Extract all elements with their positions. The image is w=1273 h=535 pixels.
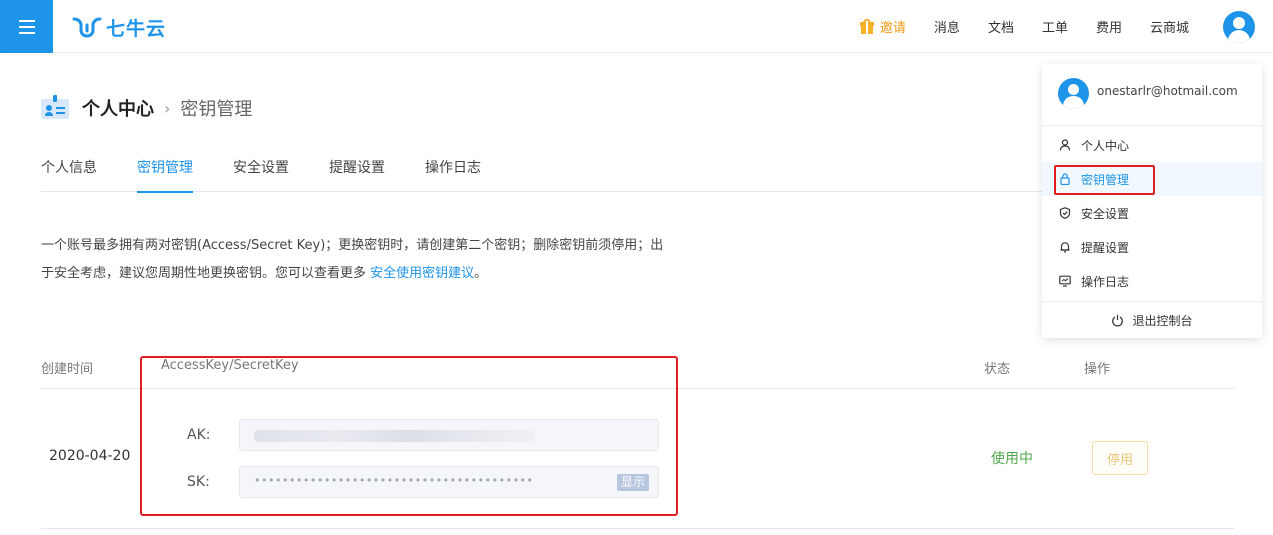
user-email: onestarlr@hotmail.com [1097,84,1238,98]
description-end: 。 [474,266,488,281]
user-icon [1059,139,1071,151]
lock-icon [1059,173,1071,185]
key-created-date: 2020-04-20 [49,448,131,464]
breadcrumb-personal-center[interactable]: 个人中心 [82,95,154,121]
bell-icon [1059,241,1071,253]
top-navbar: 七牛云 邀请 消息 文档 工单 费用 云商城 [0,0,1273,53]
key-policy-description: 一个账号最多拥有两对密钥(Access/Secret Key)；更换密钥时，请创… [41,232,671,288]
dropdown-item-personal-center[interactable]: 个人中心 [1042,128,1262,162]
nav-tickets[interactable]: 工单 [1042,17,1068,36]
id-card-icon [41,95,69,119]
dropdown-avatar [1058,78,1089,109]
user-dropdown-menu: onestarlr@hotmail.com 个人中心 密钥管理 安全设置 提醒设… [1042,64,1262,338]
dropdown-item-label: 提醒设置 [1081,240,1130,255]
breadcrumb-separator: › [164,98,171,118]
top-nav-links: 邀请 消息 文档 工单 费用 云商城 [832,0,1273,53]
access-key-blurred-value [254,430,534,442]
logout-label: 退出控制台 [1132,313,1193,328]
show-secret-key-button[interactable]: 显示 [616,474,649,491]
tab-reminder-settings[interactable]: 提醒设置 [329,145,385,192]
monitor-icon [1059,275,1071,287]
tab-security-settings[interactable]: 安全设置 [233,145,289,192]
nav-messages[interactable]: 消息 [934,17,960,36]
tab-personal-info[interactable]: 个人信息 [41,145,97,192]
breadcrumb: 个人中心 › 密钥管理 [82,95,252,121]
dropdown-item-label: 安全设置 [1081,206,1130,221]
security-advice-link[interactable]: 安全使用密钥建议 [370,266,474,281]
hamburger-icon [18,19,35,34]
nav-billing[interactable]: 费用 [1096,17,1122,36]
dropdown-item-operation-log[interactable]: 操作日志 [1042,264,1262,298]
dropdown-item-label: 操作日志 [1081,274,1130,289]
ak-label: AK: [187,427,211,443]
brand-logo-text: 七牛云 [106,17,167,40]
logout-console-button[interactable]: 退出控制台 [1042,301,1262,338]
hamburger-menu-button[interactable] [0,0,53,53]
dropdown-item-reminder-settings[interactable]: 提醒设置 [1042,230,1262,264]
column-header-actions: 操作 [1084,362,1111,377]
table-row-divider [41,528,1234,529]
column-header-keys: AccessKey/SecretKey [161,358,299,373]
dropdown-item-label: 密钥管理 [1081,172,1130,187]
access-key-field[interactable] [239,419,659,451]
column-header-status: 状态 [984,362,1011,377]
user-avatar[interactable] [1223,10,1255,43]
dropdown-header: onestarlr@hotmail.com [1042,64,1262,126]
disable-key-button[interactable]: 停用 [1092,441,1148,475]
dropdown-item-label: 个人中心 [1081,138,1130,153]
gift-icon [859,19,874,34]
brand-logo[interactable]: 七牛云 [72,14,166,40]
dropdown-item-key-management[interactable]: 密钥管理 [1042,162,1262,196]
table-header-divider [41,388,1234,389]
tab-operation-log[interactable]: 操作日志 [425,145,481,192]
dropdown-item-security-settings[interactable]: 安全设置 [1042,196,1262,230]
key-status-badge: 使用中 [991,451,1033,467]
shield-icon [1059,207,1071,219]
invite-link[interactable]: 邀请 [859,17,906,36]
tab-key-management[interactable]: 密钥管理 [137,145,193,193]
column-header-created: 创建时间 [41,362,94,377]
secret-key-field[interactable]: ••••••••••••••••••••••••••••••••••••••••… [239,466,659,498]
nav-marketplace[interactable]: 云商城 [1150,17,1189,36]
qiniu-logo-icon [72,17,102,38]
power-icon [1112,314,1124,326]
breadcrumb-key-management: 密钥管理 [180,99,253,120]
sk-label: SK: [187,474,210,490]
description-text: 一个账号最多拥有两对密钥(Access/Secret Key)；更换密钥时，请创… [41,238,664,281]
nav-docs[interactable]: 文档 [988,17,1014,36]
invite-label: 邀请 [879,21,906,36]
secret-key-masked-value: •••••••••••••••••••••••••••••••••••••••• [254,474,534,487]
